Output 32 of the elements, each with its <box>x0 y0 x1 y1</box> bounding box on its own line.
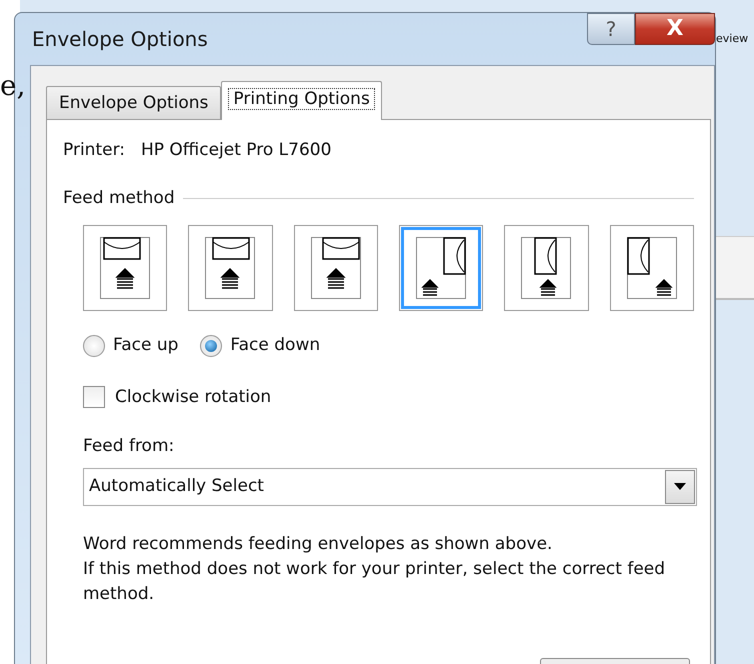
info-text: If this method does not work for your printer, select the correct feed method. <box>83 558 666 606</box>
feed-method-option[interactable] <box>398 225 484 311</box>
feed-method-option[interactable] <box>610 225 694 311</box>
envelope-feed-icon <box>100 237 150 299</box>
checkbox[interactable] <box>83 386 105 408</box>
background-text: eview <box>716 31 748 47</box>
feed-method-option[interactable] <box>188 225 273 311</box>
tab[interactable]: Envelope Options <box>46 86 222 119</box>
feed-method-option[interactable] <box>504 225 589 311</box>
help-button[interactable]: ? <box>587 13 635 45</box>
radio-button[interactable] <box>200 334 222 357</box>
envelope-feed-icon <box>521 237 572 299</box>
printer-label: Printer: <box>63 139 125 162</box>
field-label: Feed from: <box>83 435 176 458</box>
tab[interactable]: Printing Options <box>221 81 382 120</box>
checkbox-option[interactable]: Clockwise rotation <box>83 384 694 410</box>
radio-option[interactable]: Face up <box>83 333 178 358</box>
printer-name: HP Officejet Pro L7600 <box>140 139 332 162</box>
feed-method-option[interactable] <box>83 225 168 311</box>
feed-from-dropdown[interactable]: Automatically Select <box>83 468 697 506</box>
envelope-feed-icon <box>416 237 466 299</box>
feed-method-option[interactable] <box>294 225 378 311</box>
info-text: Word recommends feeding envelopes as shown above. <box>83 532 554 556</box>
section-label: Feed method <box>63 186 175 210</box>
envelope-feed-icon <box>626 237 677 299</box>
envelope-feed-icon <box>310 237 361 299</box>
close-button[interactable]: X <box>635 13 715 45</box>
envelope-feed-icon <box>205 237 256 299</box>
radio-button[interactable] <box>83 334 105 357</box>
window-title: Envelope Options <box>32 26 208 53</box>
dropdown-arrow-icon <box>674 482 686 490</box>
radio-option[interactable]: Face down <box>200 333 320 358</box>
